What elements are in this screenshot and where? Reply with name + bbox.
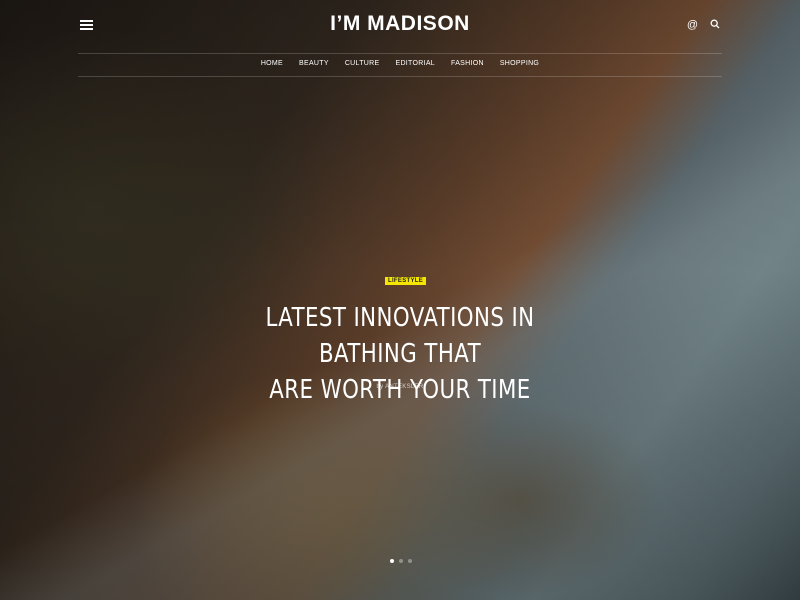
slider-dot-1[interactable] (390, 559, 394, 563)
nav-item-editorial[interactable]: EDITORIAL (395, 60, 435, 67)
slider-dot-3[interactable] (408, 559, 412, 563)
nav-item-beauty[interactable]: BEAUTY (299, 60, 329, 67)
search-icon[interactable] (710, 19, 720, 31)
header-divider-bottom (78, 76, 722, 77)
hero-title-line-2: ARE WORTH YOUR TIME (269, 375, 531, 405)
search-icon-glyph (710, 19, 720, 29)
site-logo[interactable]: I’M MADISON (0, 12, 800, 36)
author-byline[interactable]: by ANTEKSLER (0, 384, 800, 390)
nav-item-culture[interactable]: CULTURE (345, 60, 380, 67)
header-icons: @ (687, 19, 720, 31)
header-divider-top (78, 53, 722, 54)
category-badge[interactable]: LIFESTYLE (385, 277, 427, 285)
slider-dots (390, 559, 412, 563)
nav-item-shopping[interactable]: SHOPPING (500, 60, 539, 67)
hero-title-line-1: LATEST INNOVATIONS IN BATHING THAT (265, 303, 535, 369)
hero-title[interactable]: LATEST INNOVATIONS IN BATHING THAT ARE W… (220, 300, 581, 408)
at-icon[interactable]: @ (687, 19, 698, 31)
main-nav: HOME BEAUTY CULTURE EDITORIAL FASHION SH… (0, 60, 800, 67)
nav-item-home[interactable]: HOME (261, 60, 283, 67)
nav-item-fashion[interactable]: FASHION (451, 60, 484, 67)
slider-dot-2[interactable] (399, 559, 403, 563)
